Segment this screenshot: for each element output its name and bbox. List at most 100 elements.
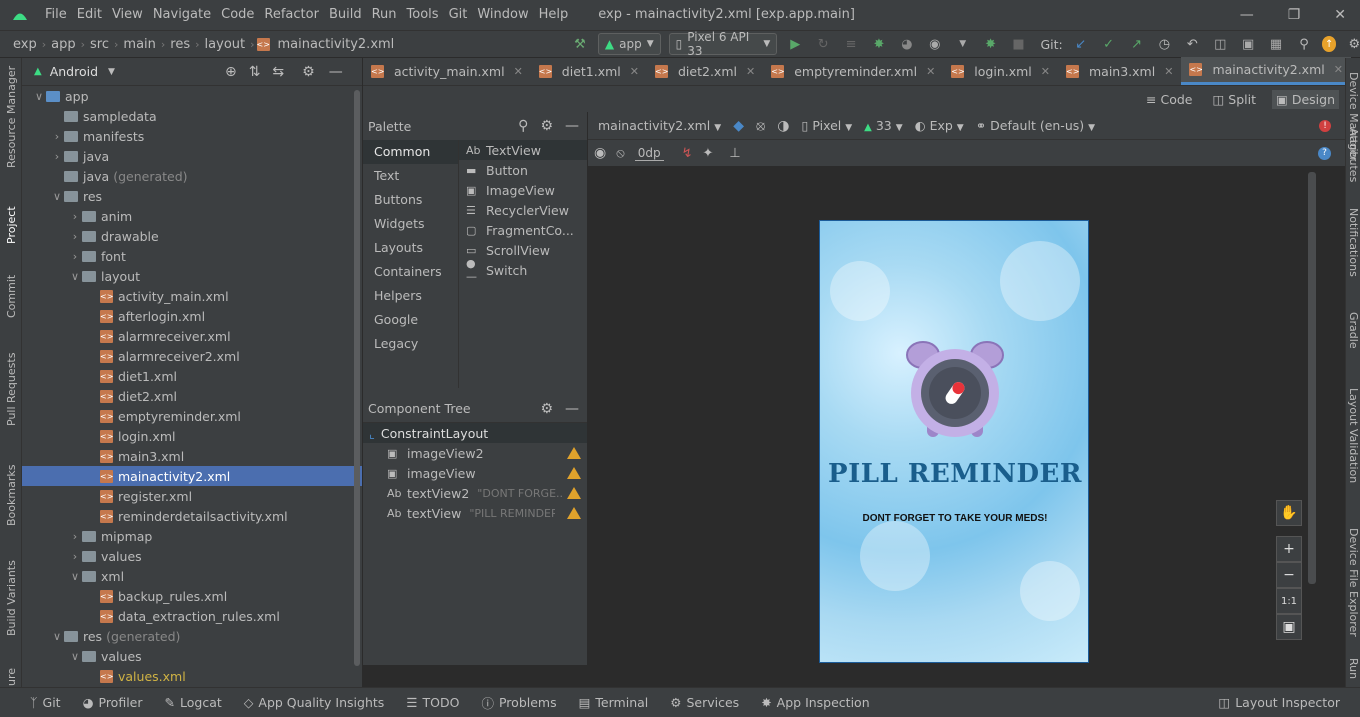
tool-run[interactable]: Run	[1347, 658, 1360, 679]
warning-icon[interactable]	[567, 487, 581, 499]
warning-icon[interactable]	[567, 467, 581, 479]
infer-constraints-icon[interactable]: ✦	[702, 146, 713, 161]
palette-category-layouts[interactable]: Layouts	[363, 236, 458, 260]
tool-profiler[interactable]: ◕ Profiler	[72, 695, 154, 710]
tool-attributes[interactable]: Attributes	[1347, 128, 1360, 182]
palette-category-google[interactable]: Google	[363, 308, 458, 332]
chevron-down-icon[interactable]: ∨	[32, 90, 46, 103]
search-icon[interactable]: ⚲	[1294, 33, 1314, 55]
tree-item-emptyreminder-xml[interactable]: <> emptyreminder.xml	[22, 406, 362, 426]
tree-item-values-xml[interactable]: <> values.xml	[22, 666, 362, 686]
gear-icon[interactable]: ⚙	[540, 401, 553, 417]
tree-item-layout[interactable]: ∨ layout	[22, 266, 362, 286]
tool-layout-inspector[interactable]: ◫ Layout Inspector	[1207, 695, 1360, 710]
chevron-right-icon[interactable]: ›	[68, 530, 82, 543]
close-icon[interactable]: ✕	[1334, 7, 1346, 23]
tree-item-values[interactable]: ∨ values	[22, 646, 362, 666]
chevron-right-icon[interactable]: ›	[68, 250, 82, 263]
error-icon[interactable]: !	[1319, 119, 1331, 132]
device-dropdown[interactable]: ▯ Pixel ▼	[801, 118, 852, 133]
tool-project[interactable]: Project	[5, 206, 18, 244]
breadcrumb-main[interactable]: main	[120, 37, 158, 52]
view-options-icon[interactable]: ◉	[594, 145, 606, 161]
breadcrumb-file[interactable]: mainactivity2.xml	[275, 37, 398, 52]
breadcrumb-exp[interactable]: exp	[10, 37, 40, 52]
rollback-icon[interactable]: ↶	[1182, 33, 1202, 55]
clear-constraints-icon[interactable]: ↯	[682, 146, 693, 161]
tree-item-app[interactable]: ∨ app	[22, 86, 362, 106]
tool-todo[interactable]: ☰ TODO	[395, 695, 470, 710]
close-tab-icon[interactable]: ✕	[926, 65, 935, 78]
palette-item-recyclerview[interactable]: ☰ RecyclerView	[459, 200, 587, 220]
more-run-icon[interactable]: ▼	[953, 33, 973, 55]
gear-icon[interactable]: ⚙	[302, 64, 315, 80]
menu-view[interactable]: View	[107, 0, 148, 30]
chevron-right-icon[interactable]: ›	[68, 210, 82, 223]
mode-design[interactable]: ▣ Design	[1272, 89, 1339, 109]
rerun-icon[interactable]: ↻	[813, 33, 833, 55]
tree-item-res[interactable]: ∨ res	[22, 186, 362, 206]
menu-refactor[interactable]: Refactor	[259, 0, 324, 30]
palette-item-textview[interactable]: Ab TextView	[459, 140, 587, 160]
menu-build[interactable]: Build	[324, 0, 367, 30]
close-tab-icon[interactable]: ✕	[1164, 65, 1173, 78]
tool-logcat[interactable]: ✎ Logcat	[154, 695, 233, 710]
tree-item-java[interactable]: › java	[22, 146, 362, 166]
tab-login-xml[interactable]: <> login.xml ✕	[943, 57, 1058, 85]
history-icon[interactable]: ◷	[1154, 33, 1174, 55]
stop-debug-icon[interactable]: ✸	[981, 33, 1001, 55]
update-icon[interactable]: ↑	[1321, 36, 1337, 52]
tool-layout-validation[interactable]: Layout Validation	[1347, 388, 1360, 483]
zoom-1-1-button[interactable]: 1:1	[1276, 588, 1302, 614]
device-manager-icon[interactable]: ◫	[1210, 33, 1230, 55]
project-view-label[interactable]: Android	[50, 64, 98, 79]
device-dropdown[interactable]: ▯ Pixel 6 API 33 ▼	[668, 30, 778, 58]
api-dropdown[interactable]: ▲ 33 ▼	[864, 118, 903, 133]
search-icon[interactable]: ⚲	[518, 118, 528, 134]
tree-item-activity-main-xml[interactable]: <> activity_main.xml	[22, 286, 362, 306]
mode-split[interactable]: ◫ Split	[1208, 90, 1260, 109]
apply-changes-icon[interactable]: ≡	[841, 33, 861, 55]
menu-edit[interactable]: Edit	[72, 0, 107, 30]
component-textview[interactable]: Ab textView "PILL REMINDER	[363, 503, 587, 523]
profile-icon[interactable]: ◕	[897, 33, 917, 55]
tool-structure[interactable]: ure	[5, 668, 18, 686]
close-tab-icon[interactable]: ✕	[630, 65, 639, 78]
tree-item-java[interactable]: java (generated)	[22, 166, 362, 186]
hide-panel-icon[interactable]: —	[565, 401, 579, 417]
mode-code[interactable]: ≡ Code	[1142, 90, 1197, 109]
breadcrumb-src[interactable]: src	[87, 37, 112, 52]
tree-item-afterlogin-xml[interactable]: <> afterlogin.xml	[22, 306, 362, 326]
chevron-right-icon[interactable]: ›	[50, 150, 64, 163]
orientation-icon[interactable]: ⦻	[756, 118, 765, 134]
tool-app-inspection[interactable]: ✸ App Inspection	[750, 695, 880, 710]
component-textview2[interactable]: Ab textView2 "DONT FORGE...	[363, 483, 587, 503]
warning-icon[interactable]	[567, 447, 581, 459]
tool-device-file-explorer[interactable]: Device File Explorer	[1347, 528, 1360, 637]
expand-all-icon[interactable]: ⇅	[249, 64, 261, 80]
palette-item-imageview[interactable]: ▣ ImageView	[459, 180, 587, 200]
warning-icon[interactable]	[567, 507, 581, 519]
phone-preview[interactable]: PILL REMINDER DONT FORGET TO TAKE YOUR M…	[819, 220, 1089, 663]
palette-category-widgets[interactable]: Widgets	[363, 212, 458, 236]
chevron-down-icon[interactable]: ∨	[68, 650, 82, 663]
app-title[interactable]: PILL REMINDER	[820, 459, 1088, 489]
tool-problems[interactable]: ⓘ Problems	[470, 693, 567, 712]
palette-category-helpers[interactable]: Helpers	[363, 284, 458, 308]
tree-item-backup-rules-xml[interactable]: <> backup_rules.xml	[22, 586, 362, 606]
minimize-icon[interactable]: —	[1240, 7, 1254, 23]
palette-category-text[interactable]: Text	[363, 164, 458, 188]
gear-icon[interactable]: ⚙	[540, 118, 553, 134]
zoom-in-icon[interactable]: +	[1276, 536, 1302, 562]
menu-run[interactable]: Run	[367, 0, 402, 30]
git-commit-icon[interactable]: ✓	[1099, 33, 1119, 55]
close-tab-icon[interactable]: ✕	[1334, 63, 1343, 76]
tree-item-diet2-xml[interactable]: <> diet2.xml	[22, 386, 362, 406]
git-update-icon[interactable]: ↙	[1071, 33, 1091, 55]
pan-icon[interactable]: ✋	[1276, 500, 1302, 526]
git-push-icon[interactable]: ↗	[1127, 33, 1147, 55]
tree-item-reminderdetailsactivity-xml[interactable]: <> reminderdetailsactivity.xml	[22, 506, 362, 526]
tool-notifications[interactable]: Notifications	[1347, 208, 1360, 277]
tree-item-alarmreceiver2-xml[interactable]: <> alarmreceiver2.xml	[22, 346, 362, 366]
tool-git[interactable]: ᛉ Git	[0, 695, 72, 710]
